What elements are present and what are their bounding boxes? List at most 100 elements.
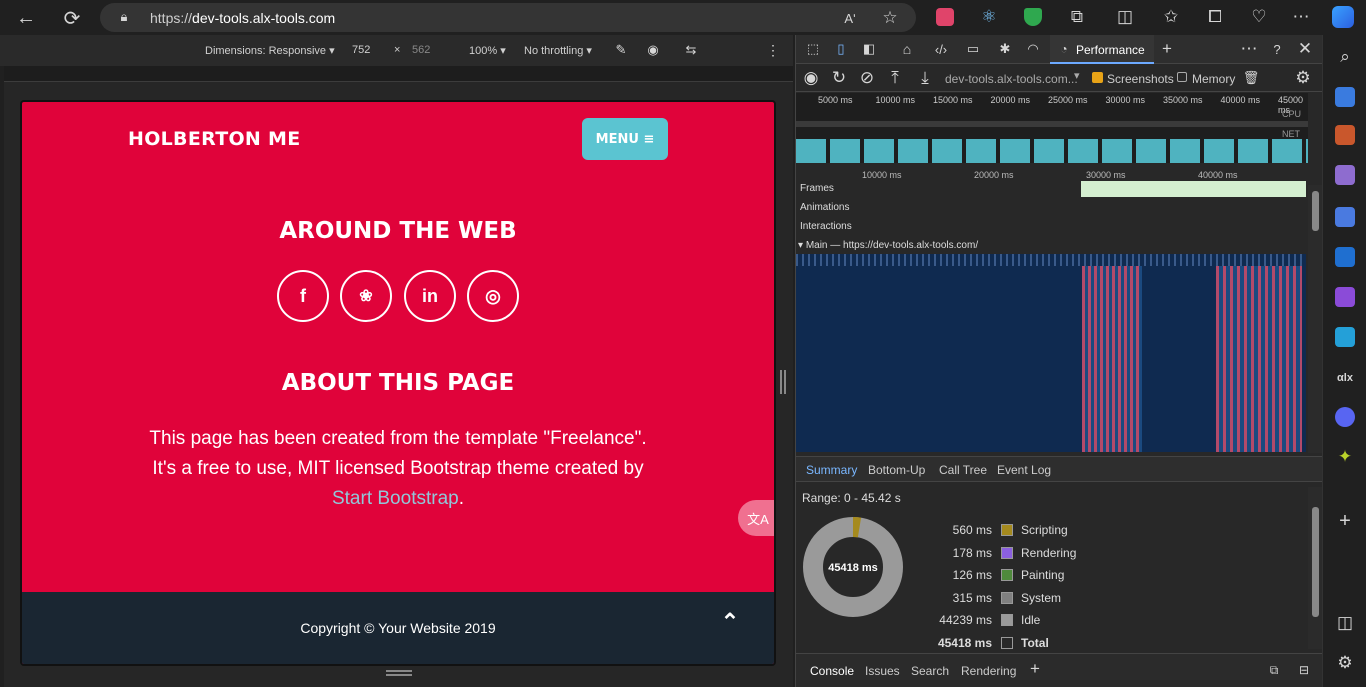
favorite-star-icon[interactable]: ☆: [880, 8, 900, 28]
memory-checkbox[interactable]: [1177, 72, 1187, 82]
width-input[interactable]: 752: [352, 44, 370, 56]
track-animations[interactable]: Animations: [800, 202, 849, 213]
drawer-tab-search[interactable]: Search: [911, 664, 949, 678]
discord-icon[interactable]: [1335, 407, 1355, 427]
download-icon[interactable]: ⤓: [916, 68, 934, 87]
recording-dropdown-icon[interactable]: ▾: [1074, 69, 1080, 82]
scroll-top-chevron-icon[interactable]: ⌃: [708, 600, 752, 644]
drawer-tab-console[interactable]: Console: [810, 664, 854, 678]
track-interactions[interactable]: Interactions: [800, 221, 852, 232]
tab-bottom-up[interactable]: Bottom-Up: [868, 463, 925, 477]
collections-icon[interactable]: ⧠: [1204, 6, 1226, 28]
garbage-collect-icon[interactable]: 🗑︎: [1242, 69, 1260, 87]
device-emulation-icon[interactable]: ▯: [832, 40, 850, 58]
throttling-select[interactable]: No throttling ▾: [524, 44, 592, 57]
tab-performance[interactable]: Performance ◔: [1050, 35, 1154, 64]
reload-record-icon[interactable]: ↻: [830, 68, 848, 87]
refresh-icon[interactable]: ⟳: [60, 6, 84, 30]
welcome-home-icon[interactable]: ⌂: [898, 40, 916, 58]
resize-handle-bottom[interactable]: [386, 670, 412, 676]
sensor-icon[interactable]: ✎: [612, 41, 630, 59]
clear-icon[interactable]: ⊘: [858, 68, 876, 87]
media-query-ruler[interactable]: [4, 66, 793, 82]
around-heading: AROUND THE WEB: [279, 218, 517, 244]
extension-icon-1[interactable]: [936, 8, 954, 26]
inspect-icon[interactable]: ⬚: [804, 40, 822, 58]
tools-briefcase-icon[interactable]: [1335, 125, 1355, 145]
summary-scroll-thumb[interactable]: [1312, 507, 1319, 617]
flame-scroll-thumb[interactable]: [1312, 191, 1319, 231]
screenshots-checkbox[interactable]: [1092, 72, 1103, 83]
twitter-icon[interactable]: ❀: [340, 270, 392, 322]
alx-icon[interactable]: αlx: [1333, 369, 1357, 387]
address-bar[interactable]: 🔒︎ https://dev-tools.alx-tools.com Aʹ ☆: [100, 3, 916, 32]
menu-button[interactable]: MENU ≡: [582, 118, 668, 160]
rotate-icon[interactable]: ⇆: [682, 41, 700, 59]
performance-heart-icon[interactable]: ♡: [1248, 6, 1270, 28]
drawer-tabbar: Console Issues Search Rendering + ⧉ ⊟: [796, 653, 1323, 687]
record-icon[interactable]: ◉: [802, 68, 820, 87]
device-options-icon[interactable]: ⋮: [766, 41, 780, 59]
add-sidebar-icon[interactable]: +: [1335, 510, 1355, 532]
search-icon[interactable]: ⌕: [1335, 47, 1355, 67]
sidebar-layout-icon[interactable]: ◫: [1335, 613, 1355, 633]
add-drawer-tab-icon[interactable]: +: [1026, 659, 1044, 678]
extensions-puzzle-icon[interactable]: ⧉: [1066, 6, 1088, 28]
console-icon[interactable]: ▭: [964, 40, 982, 58]
facebook-icon[interactable]: f: [277, 270, 329, 322]
start-bootstrap-link[interactable]: Start Bootstrap: [332, 488, 459, 509]
favorites-icon[interactable]: ✩: [1160, 6, 1182, 28]
help-icon[interactable]: ?: [1268, 40, 1286, 58]
capture-settings-gear-icon[interactable]: ⚙: [1294, 68, 1312, 87]
resize-handle-right[interactable]: [780, 370, 786, 394]
tab-summary[interactable]: Summary: [806, 463, 857, 477]
vision-deficiency-icon[interactable]: ◉: [644, 41, 662, 59]
main-flame-chart[interactable]: [796, 254, 1306, 452]
screenshot-filmstrip: [796, 139, 1308, 163]
react-devtools-icon[interactable]: ⚛: [978, 6, 1000, 28]
split-screen-icon[interactable]: ◫: [1114, 6, 1136, 28]
tab-call-tree[interactable]: Call Tree: [939, 463, 987, 477]
dimensions-select[interactable]: Dimensions: Responsive ▾: [205, 44, 335, 57]
games-icon[interactable]: [1335, 165, 1355, 185]
add-tab-icon[interactable]: +: [1158, 39, 1176, 58]
timeline-overview[interactable]: 5000 ms 10000 ms 15000 ms 20000 ms 25000 ms 3…: [796, 93, 1308, 163]
microsoft365-icon[interactable]: [1335, 207, 1355, 227]
outlook-icon[interactable]: [1335, 247, 1355, 267]
close-drawer-icon[interactable]: ⊟: [1296, 662, 1312, 678]
drawer-tab-rendering[interactable]: Rendering: [961, 664, 1016, 678]
flame-scrollbar[interactable]: [1308, 185, 1323, 453]
translate-button[interactable]: 文A: [738, 500, 774, 536]
send-icon[interactable]: [1335, 327, 1355, 347]
timeline-tick: 40000 ms: [1198, 170, 1238, 180]
sources-bug-icon[interactable]: ✱: [996, 40, 1014, 58]
height-input[interactable]: 562: [412, 44, 430, 56]
summary-scrollbar[interactable]: [1308, 487, 1323, 649]
more-tools-icon[interactable]: ⋯: [1240, 39, 1258, 58]
recording-select[interactable]: dev-tools.alx-tools.com...: [945, 72, 1078, 86]
more-options-icon[interactable]: ⋯: [1290, 6, 1312, 28]
read-aloud-icon[interactable]: Aʹ: [840, 8, 860, 28]
upload-icon[interactable]: ⤒: [886, 68, 904, 87]
linkedin-icon[interactable]: in: [404, 270, 456, 322]
site-brand[interactable]: HOLBERTON ME: [128, 128, 301, 150]
sidebar-settings-gear-icon[interactable]: ⚙: [1335, 653, 1355, 673]
shopping-tag-icon[interactable]: [1335, 87, 1355, 107]
back-icon[interactable]: ←: [14, 6, 38, 30]
close-devtools-icon[interactable]: ✕: [1296, 39, 1314, 58]
undock-drawer-icon[interactable]: ⧉: [1266, 662, 1282, 678]
track-frames[interactable]: Frames: [800, 183, 834, 194]
timeline-tick: 30000 ms: [1086, 170, 1126, 180]
network-wifi-icon[interactable]: ◠: [1024, 40, 1042, 58]
copilot-icon[interactable]: [1332, 6, 1354, 28]
dribbble-icon[interactable]: ◎: [467, 270, 519, 322]
elements-icon[interactable]: ‹/›: [932, 40, 950, 58]
zoom-select[interactable]: 100% ▾: [469, 44, 506, 57]
drawer-tab-issues[interactable]: Issues: [865, 664, 900, 678]
shield-extension-icon[interactable]: [1024, 8, 1042, 26]
designer-icon[interactable]: [1335, 287, 1355, 307]
extension-star-icon[interactable]: ✦: [1335, 447, 1355, 467]
main-track-header[interactable]: ▾ Main — https://dev-tools.alx-tools.com…: [798, 240, 1308, 254]
tab-event-log[interactable]: Event Log: [997, 463, 1051, 477]
dock-icon[interactable]: ◧: [860, 40, 878, 58]
